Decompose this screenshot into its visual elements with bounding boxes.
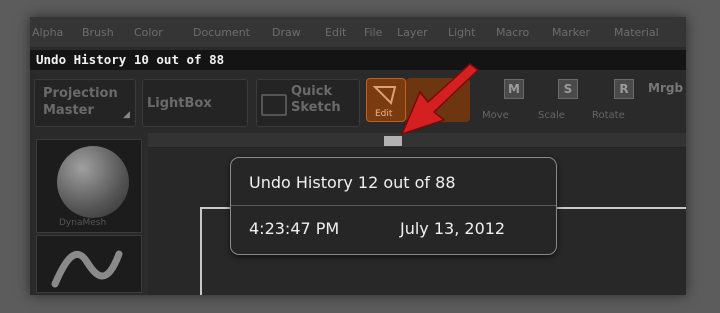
scale-label[interactable]: Scale	[538, 110, 565, 121]
menu-edit[interactable]: Edit	[325, 26, 346, 39]
stroke-thumbnail[interactable]	[36, 235, 142, 293]
menu-material[interactable]: Material	[614, 26, 659, 39]
lightbox-button[interactable]: LightBox	[142, 79, 248, 127]
menu-brush[interactable]: Brush	[82, 26, 114, 39]
menu-layer[interactable]: Layer	[397, 26, 428, 39]
tooltip-divider	[231, 205, 556, 206]
corner-expand-icon: ◢	[123, 110, 130, 120]
menu-alpha[interactable]: Alpha	[32, 26, 63, 39]
red-arrow-icon	[400, 63, 480, 136]
menu-bar: Alpha Brush Color Document Draw Edit Fil…	[30, 17, 686, 47]
menu-document[interactable]: Document	[193, 26, 250, 39]
left-tray: DynaMesh	[30, 133, 144, 295]
tooltip-time: 4:23:47 PM	[249, 219, 340, 238]
top-toolbar: Projection Master ◢ LightBox Quick Sketc…	[30, 73, 686, 133]
sphere-preview	[57, 146, 129, 218]
screenshot-stage: Alpha Brush Color Document Draw Edit Fil…	[0, 0, 720, 313]
undo-history-bar: Undo History 10 out of 88	[30, 50, 686, 70]
quick-sketch-label-2: Sketch	[291, 100, 341, 115]
undo-history-title: Undo History 10 out of 88	[36, 52, 225, 67]
undo-history-tooltip: Undo History 12 out of 88 4:23:47 PM Jul…	[230, 157, 557, 255]
mrgb-label[interactable]: Mrgb	[648, 81, 683, 95]
menu-color[interactable]: Color	[134, 26, 163, 39]
move-icon[interactable]: M	[504, 79, 524, 99]
menu-macro[interactable]: Macro	[496, 26, 529, 39]
thumbnail-label: DynaMesh	[59, 218, 107, 228]
quick-sketch-button[interactable]: Quick Sketch	[256, 79, 360, 127]
menu-light[interactable]: Light	[448, 26, 475, 39]
projection-master-label-2: Master	[43, 103, 94, 118]
menu-draw[interactable]: Draw	[272, 26, 301, 39]
quick-sketch-icon	[261, 94, 287, 116]
rotate-icon[interactable]: R	[614, 79, 634, 99]
quick-sketch-label-1: Quick	[291, 84, 333, 99]
lightbox-label: LightBox	[147, 96, 212, 111]
projection-master-label-1: Projection	[43, 86, 118, 101]
tooltip-title: Undo History 12 out of 88	[249, 173, 456, 192]
rotate-text[interactable]: Rotate	[592, 110, 625, 121]
stroke-icon	[51, 250, 123, 288]
projection-master-button[interactable]: Projection Master ◢	[34, 79, 136, 127]
scale-icon[interactable]: S	[558, 79, 578, 99]
move-label[interactable]: Move	[482, 110, 509, 121]
tooltip-date: July 13, 2012	[400, 219, 506, 238]
menu-marker[interactable]: Marker	[552, 26, 590, 39]
menu-file[interactable]: File	[364, 26, 382, 39]
material-thumbnail[interactable]: DynaMesh	[36, 139, 142, 233]
edit-label: Edit	[375, 109, 393, 119]
